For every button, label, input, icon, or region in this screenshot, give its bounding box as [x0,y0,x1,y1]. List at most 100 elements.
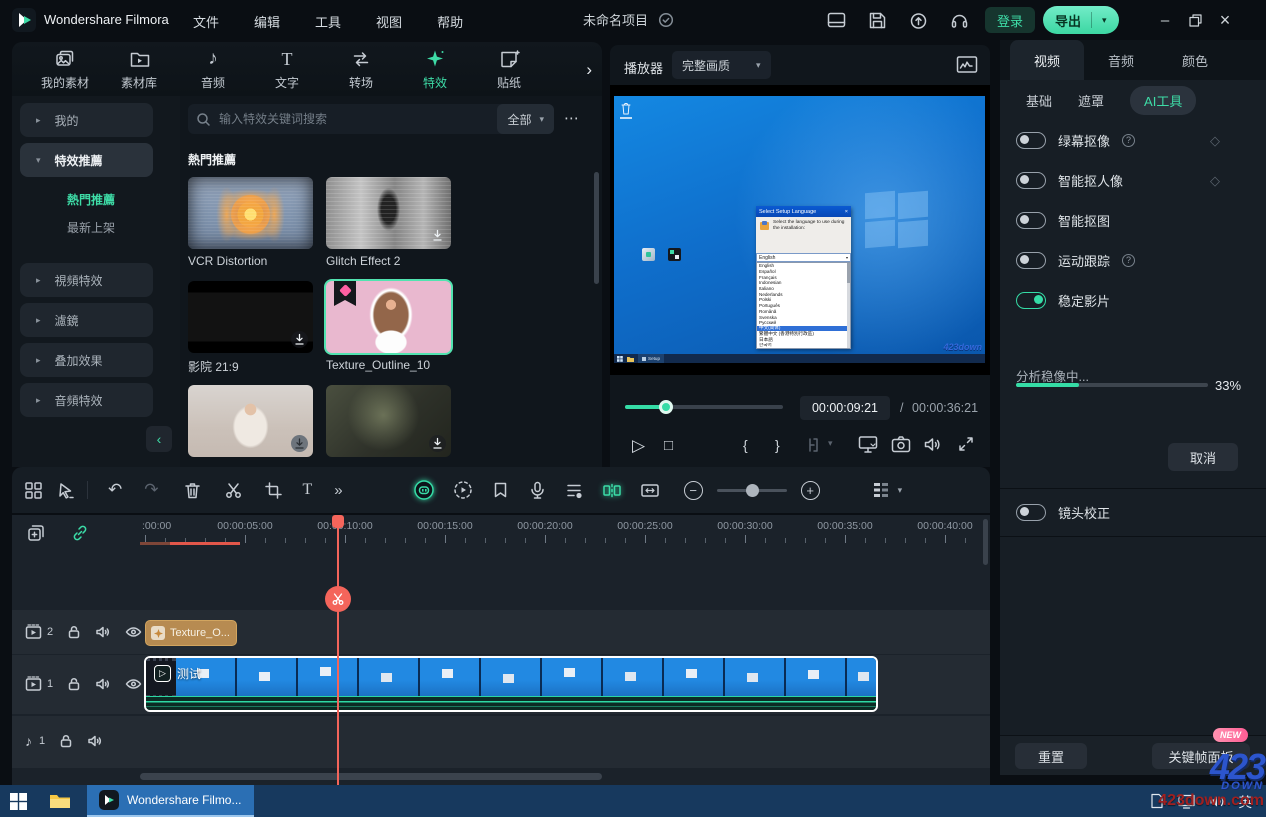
mirror-display-icon[interactable] [858,435,878,454]
motion-tracking-toggle[interactable] [1016,252,1046,269]
undo-icon[interactable]: ↶ [108,480,122,500]
zoom-slider-knob[interactable] [746,484,759,497]
playhead-line[interactable] [337,515,339,785]
login-button[interactable]: 登录 [985,7,1035,33]
tab-text[interactable]: T 文字 [256,48,318,91]
tab-audio[interactable]: ♪ 音频 [182,48,244,91]
lock-icon[interactable] [66,624,82,640]
subtab-ai-tools[interactable]: AI工具 [1130,86,1196,115]
marker-flag-icon[interactable] [491,481,510,500]
effect-thumb-partial-2[interactable] [326,385,451,457]
play-button[interactable]: ▷ [632,436,645,456]
collapse-sidebar-button[interactable]: ‹ [146,426,172,452]
sidebar-item-audio-effects[interactable]: ▸ 音頻特效 [20,383,153,417]
playhead-split-scissors-button[interactable] [325,586,351,612]
panel-layout-icon[interactable] [826,10,847,31]
volume-icon[interactable] [923,435,944,454]
mark-in-button[interactable]: { [743,437,748,453]
scope-icon[interactable] [956,55,978,75]
visibility-eye-icon[interactable] [125,624,142,640]
maximize-button[interactable] [1180,5,1210,35]
smart-cutout-toggle[interactable] [1016,212,1046,229]
keyframe-diamond-icon[interactable]: ◇ [1210,173,1220,189]
text-tool-icon[interactable]: T [303,481,313,499]
menu-tools[interactable]: 工具 [315,12,341,31]
sidebar-item-overlays[interactable]: ▸ 叠加效果 [20,343,153,377]
timeline-hscrollbar[interactable] [140,773,602,780]
help-icon[interactable]: ? [1122,134,1135,147]
tab-transition[interactable]: 转场 [330,48,392,91]
mute-icon[interactable] [87,733,104,749]
effect-thumb-texture-outline-10[interactable] [326,281,451,353]
minimize-button[interactable]: – [1150,5,1180,35]
seek-bar[interactable] [625,405,783,409]
mute-icon[interactable] [95,624,112,640]
tab-color[interactable]: 颜色 [1158,40,1232,80]
sidebar-item-mine[interactable]: ▸ 我的 [20,103,153,137]
start-button-icon[interactable] [10,793,27,810]
mark-out-button[interactable]: } [775,437,780,453]
download-icon[interactable] [291,331,308,348]
timeline-zoom-slider[interactable] [717,489,787,492]
effect-thumb-partial-1[interactable] [188,385,313,457]
stop-button[interactable]: □ [664,437,673,454]
fit-timeline-icon[interactable] [640,481,660,500]
menu-file[interactable]: 文件 [193,12,219,31]
ai-copilot-icon[interactable] [413,479,435,501]
upload-icon[interactable] [908,10,929,31]
effect-clip-texture-outline[interactable]: Texture_O... [145,620,237,646]
playhead-handle[interactable] [332,515,344,528]
file-explorer-icon[interactable] [49,792,71,810]
timeline-layout-icon[interactable] [24,481,43,500]
effects-scrollbar[interactable] [594,172,599,284]
delete-icon[interactable] [183,481,202,500]
expand-panel-chevron-icon[interactable]: › [586,60,592,80]
video-clip-test[interactable]: ▷ 测试 [144,656,878,712]
cancel-button[interactable]: 取消 [1168,443,1238,471]
reset-button[interactable]: 重置 [1015,743,1087,769]
lock-icon[interactable] [66,676,82,692]
sidebar-item-effect-recommend[interactable]: ▾ 特效推薦 [20,143,153,177]
seek-knob[interactable] [659,400,673,414]
green-screen-toggle[interactable] [1016,132,1046,149]
record-voiceover-icon[interactable] [528,481,547,500]
download-icon[interactable] [429,227,446,244]
smart-split-icon[interactable] [602,481,622,500]
lens-correction-toggle[interactable] [1016,504,1046,521]
tab-stickers[interactable]: 贴纸 [478,48,540,91]
export-caret-icon[interactable]: ▾ [1102,15,1107,26]
redo-icon[interactable]: ↷ [144,480,158,500]
scissors-icon[interactable] [224,481,243,500]
tab-audio-props[interactable]: 音频 [1084,40,1158,80]
effect-thumb-glitch-effect-2[interactable] [326,177,451,249]
tab-stock-media[interactable]: 素材库 [108,48,170,91]
subtab-basic[interactable]: 基础 [1026,91,1052,110]
tab-effects[interactable]: 特效 [404,48,466,91]
track-manager-icon[interactable] [872,481,890,499]
help-icon[interactable]: ? [1122,254,1135,267]
fullscreen-icon[interactable] [957,435,975,453]
render-preview-icon[interactable] [453,480,473,500]
sidebar-item-filters[interactable]: ▸ 濾鏡 [20,303,153,337]
headset-icon[interactable] [949,10,970,31]
add-track-icon[interactable] [26,523,46,543]
ai-portrait-toggle[interactable] [1016,172,1046,189]
save-icon[interactable] [867,10,888,31]
select-cursor-icon[interactable] [56,481,75,500]
zoom-out-icon[interactable]: − [684,481,703,500]
filter-all-dropdown[interactable]: 全部 ▾ [497,104,554,134]
effect-thumb-vcr-distortion[interactable] [188,177,313,249]
sidebar-item-video-effects[interactable]: ▸ 視頻特效 [20,263,153,297]
quality-dropdown[interactable]: 完整画质 ▾ [672,51,771,79]
track-manager-caret-icon[interactable]: ▾ [898,485,903,496]
more-options-icon[interactable]: ⋯ [564,109,580,127]
download-icon[interactable] [291,435,308,452]
snapshot-camera-icon[interactable] [891,435,911,454]
tab-my-media[interactable]: 我的素材 [34,48,96,91]
sidebar-item-hot-recommend[interactable]: 熱門推薦 [67,191,115,208]
lock-icon[interactable] [58,733,74,749]
sidebar-item-newest[interactable]: 最新上架 [67,219,115,236]
close-button[interactable]: × [1210,5,1240,35]
taskbar-app-filmora[interactable]: Wondershare Filmo... [87,785,254,817]
ruler-major-ticks[interactable] [145,535,984,543]
